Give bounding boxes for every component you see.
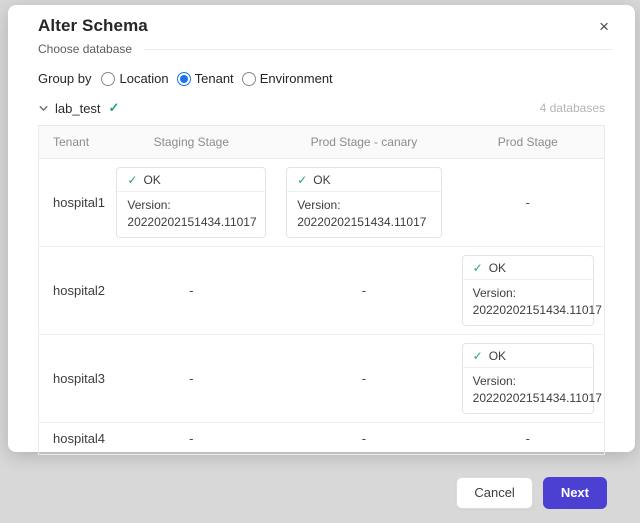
version-info: Version:20220202151434.11017 <box>463 368 593 413</box>
empty-cell: - <box>276 423 451 455</box>
empty-cell: - <box>106 335 276 423</box>
table-header-row: Tenant Staging Stage Prod Stage - canary… <box>39 126 605 159</box>
status-cell: ✓ OK Version:20220202151434.11017 <box>276 159 451 247</box>
alter-schema-modal: Alter Schema × Choose database Group by … <box>8 5 635 452</box>
status-label: OK <box>489 349 506 363</box>
status-label: OK <box>143 173 160 187</box>
check-icon: ✓ <box>473 261 483 275</box>
status-head: ✓ OK <box>117 168 265 192</box>
close-icon[interactable]: × <box>595 16 613 37</box>
version-info: Version:20220202151434.11017 <box>463 280 593 325</box>
status-card[interactable]: ✓ OK Version:20220202151434.11017 <box>462 343 594 414</box>
empty-cell: - <box>106 423 276 455</box>
radio-icon[interactable] <box>177 72 191 86</box>
version-label: Version: <box>473 373 583 390</box>
version-label: Version: <box>127 197 255 214</box>
version-info: Version:20220202151434.11017 <box>287 192 440 237</box>
tenant-name: hospital3 <box>39 335 107 423</box>
empty-cell: - <box>276 335 451 423</box>
database-count: 4 databases <box>540 101 605 115</box>
column-header-tenant: Tenant <box>39 126 107 159</box>
table-row: hospital3--✓OKVersion:20220202151434.110… <box>39 335 605 423</box>
group-by-label: Group by <box>38 71 91 86</box>
version-value: 20220202151434.11017 <box>297 214 430 231</box>
table-row: hospital2--✓OKVersion:20220202151434.110… <box>39 247 605 335</box>
radio-option-tenant[interactable]: Tenant <box>177 71 234 86</box>
empty-cell: - <box>106 247 276 335</box>
check-icon: ✓ <box>297 173 307 187</box>
radio-label: Tenant <box>195 71 234 86</box>
modal-body: Group by Location Tenant Environment lab_t… <box>8 56 635 455</box>
status-label: OK <box>489 261 506 275</box>
modal-footer: Cancel Next <box>8 464 635 523</box>
status-head: ✓ OK <box>287 168 440 192</box>
empty-cell: - <box>452 423 605 455</box>
database-name: lab_test <box>55 101 101 116</box>
check-icon: ✓ <box>109 100 120 116</box>
version-value: 20220202151434.11017 <box>473 390 583 407</box>
section-toggle[interactable]: lab_test ✓ <box>38 100 119 116</box>
status-head: ✓ OK <box>463 256 593 280</box>
radio-option-environment[interactable]: Environment <box>242 71 333 86</box>
page-title: Alter Schema <box>38 16 148 36</box>
status-label: OK <box>313 173 330 187</box>
group-by-row: Group by Location Tenant Environment <box>38 71 605 86</box>
subtitle-divider <box>144 49 613 50</box>
status-card[interactable]: ✓ OK Version:20220202151434.11017 <box>462 255 594 326</box>
radio-label: Environment <box>260 71 333 86</box>
version-info: Version:20220202151434.11017 <box>117 192 265 237</box>
radio-icon[interactable] <box>101 72 115 86</box>
tenant-name: hospital1 <box>39 159 107 247</box>
status-cell: ✓ OK Version:20220202151434.11017 <box>452 247 605 335</box>
group-by-options: Location Tenant Environment <box>101 71 340 86</box>
radio-option-location[interactable]: Location <box>101 71 168 86</box>
check-icon: ✓ <box>473 349 483 363</box>
status-cell: ✓ OK Version:20220202151434.11017 <box>452 335 605 423</box>
status-head: ✓ OK <box>463 344 593 368</box>
status-cell: ✓ OK Version:20220202151434.11017 <box>106 159 276 247</box>
databases-table: Tenant Staging Stage Prod Stage - canary… <box>38 125 605 455</box>
version-label: Version: <box>297 197 430 214</box>
cancel-button[interactable]: Cancel <box>456 477 532 509</box>
modal-subtitle: Choose database <box>38 42 132 56</box>
radio-label: Location <box>119 71 168 86</box>
table-row: hospital4--- <box>39 423 605 455</box>
version-value: 20220202151434.11017 <box>127 214 255 231</box>
empty-cell: - <box>452 159 605 247</box>
chevron-down-icon[interactable] <box>38 103 49 114</box>
status-card[interactable]: ✓ OK Version:20220202151434.11017 <box>116 167 266 238</box>
radio-icon[interactable] <box>242 72 256 86</box>
modal-header: Alter Schema × Choose database <box>8 5 635 56</box>
column-header-staging-stage: Staging Stage <box>106 126 276 159</box>
database-section-header: lab_test ✓ 4 databases <box>38 100 605 116</box>
table-body: hospital1✓OKVersion:20220202151434.11017… <box>39 159 605 455</box>
empty-cell: - <box>276 247 451 335</box>
tenant-name: hospital4 <box>39 423 107 455</box>
check-icon: ✓ <box>127 173 137 187</box>
version-value: 20220202151434.11017 <box>473 302 583 319</box>
column-header-prod-stage-canary: Prod Stage - canary <box>276 126 451 159</box>
column-header-prod-stage: Prod Stage <box>452 126 605 159</box>
status-card[interactable]: ✓ OK Version:20220202151434.11017 <box>286 167 441 238</box>
tenant-name: hospital2 <box>39 247 107 335</box>
table-row: hospital1✓OKVersion:20220202151434.11017… <box>39 159 605 247</box>
next-button[interactable]: Next <box>543 477 607 509</box>
version-label: Version: <box>473 285 583 302</box>
